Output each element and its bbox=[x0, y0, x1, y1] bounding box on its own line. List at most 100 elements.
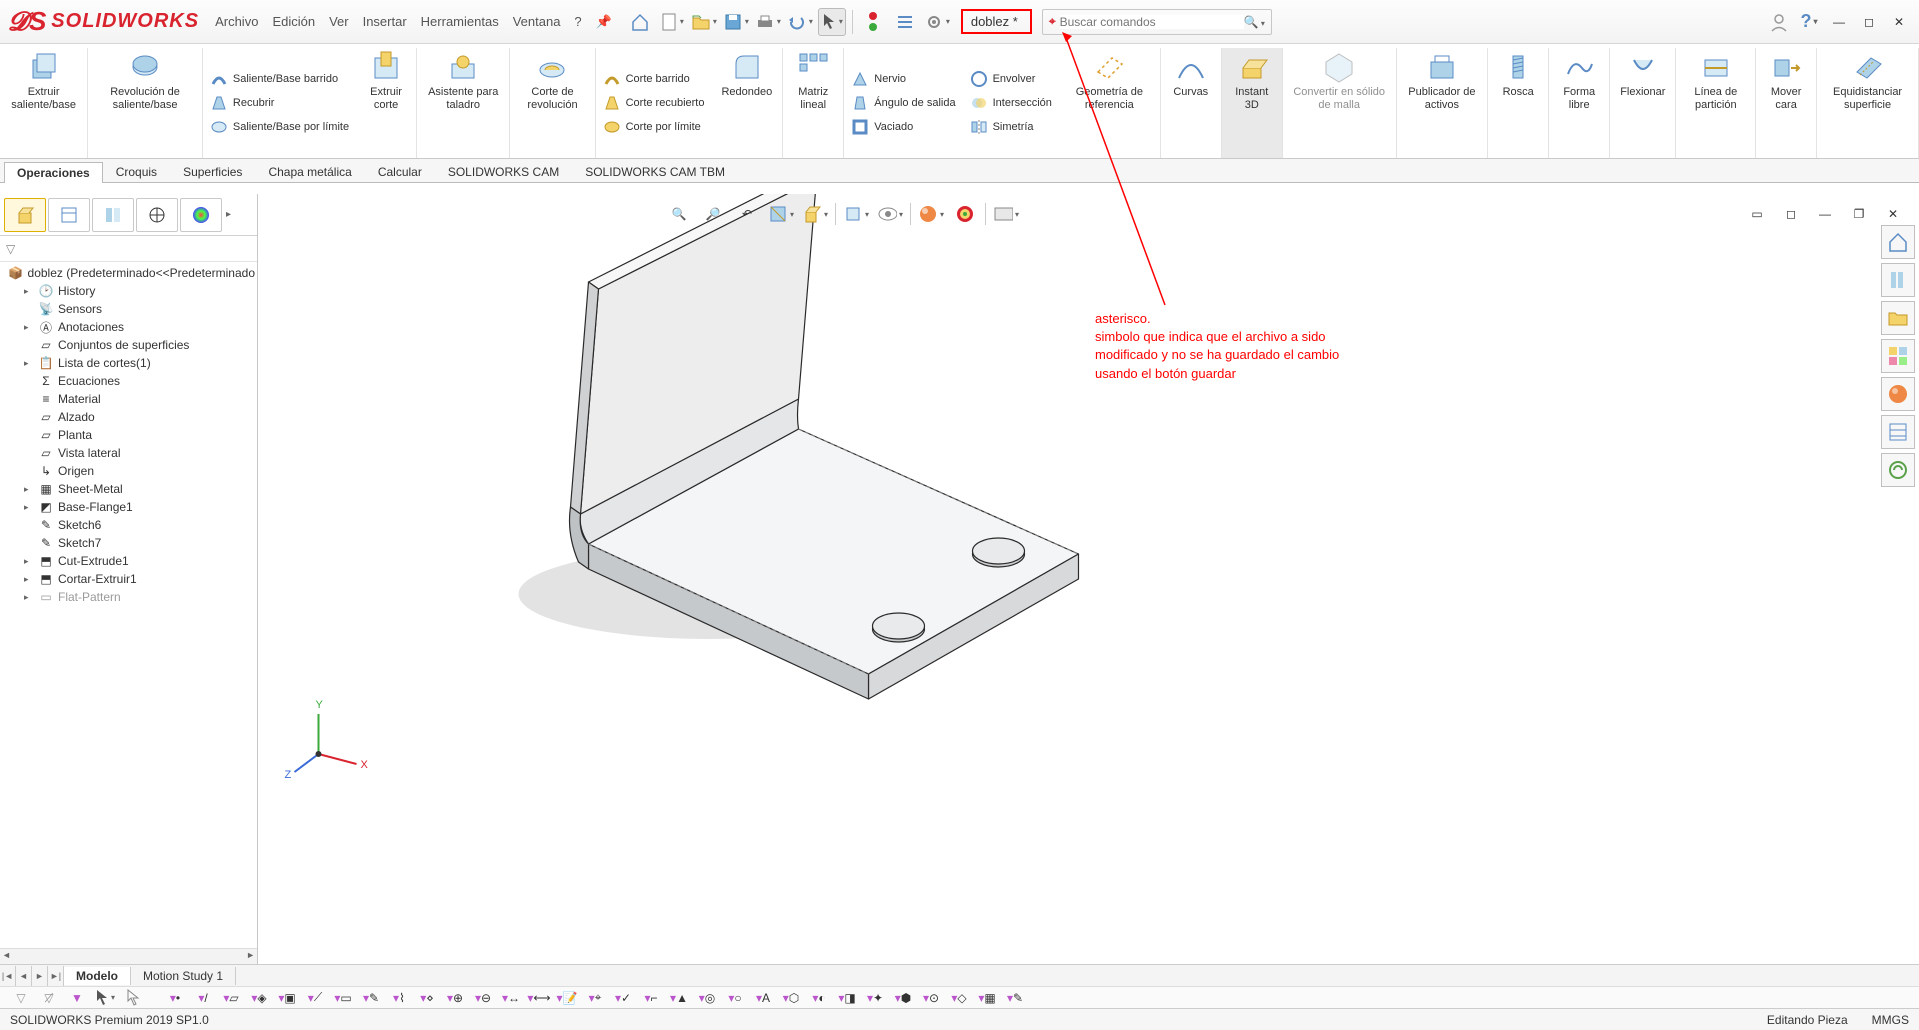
tp-view-palette-icon[interactable] bbox=[1881, 339, 1915, 373]
filter-centerline[interactable]: ▾⊖ bbox=[470, 988, 496, 1008]
filter-balloon[interactable]: ▾○ bbox=[722, 988, 748, 1008]
appearance-icon[interactable] bbox=[917, 200, 945, 228]
tree-expander[interactable]: ▸ bbox=[24, 286, 34, 297]
filter-virtual[interactable]: ▾◇ bbox=[946, 988, 972, 1008]
tree-expander[interactable]: ▸ bbox=[24, 484, 34, 495]
mt-prev[interactable]: ◄ bbox=[16, 966, 32, 986]
wrap-button[interactable]: Envolver bbox=[967, 69, 1055, 89]
save-icon[interactable] bbox=[722, 8, 750, 36]
mt-first[interactable]: |◄ bbox=[0, 966, 16, 986]
view-settings-icon[interactable] bbox=[992, 200, 1020, 228]
tree-item[interactable]: ▱Conjuntos de superficies bbox=[4, 336, 257, 354]
asset-publisher-button[interactable]: Publicador de activos bbox=[1403, 48, 1482, 113]
search-dropdown[interactable] bbox=[1259, 15, 1265, 29]
filter-plane[interactable]: ▾▭ bbox=[330, 988, 356, 1008]
open-doc-icon[interactable] bbox=[690, 8, 718, 36]
options-list-icon[interactable] bbox=[891, 8, 919, 36]
inner-restore[interactable]: ❐ bbox=[1845, 200, 1873, 228]
filter-sketchseg[interactable]: ▾⌇ bbox=[386, 988, 412, 1008]
window-close[interactable]: ✕ bbox=[1887, 10, 1911, 34]
filter-edge[interactable]: ▾/ bbox=[190, 988, 216, 1008]
fm-tab-overflow[interactable]: ▸ bbox=[224, 209, 233, 220]
filter-ink[interactable]: ▾✎ bbox=[1002, 988, 1028, 1008]
tab-swcam[interactable]: SOLIDWORKS CAM bbox=[435, 161, 572, 182]
fm-tab-property-mgr[interactable] bbox=[48, 198, 90, 232]
inner-close[interactable]: ✕ bbox=[1879, 200, 1907, 228]
window-minimize[interactable]: — bbox=[1827, 10, 1851, 34]
filter-select-icon[interactable] bbox=[92, 988, 118, 1008]
rebuild-icon[interactable] bbox=[859, 8, 887, 36]
command-search[interactable]: ⌖ 🔍 bbox=[1042, 9, 1272, 35]
tree-item[interactable]: ✎Sketch6 bbox=[4, 516, 257, 534]
zoom-fit-icon[interactable]: 🔍 bbox=[665, 200, 693, 228]
panel-h-scrollbar[interactable] bbox=[0, 948, 257, 964]
filter-mesh[interactable]: ▾▦ bbox=[974, 988, 1000, 1008]
tp-resources-icon[interactable] bbox=[1881, 225, 1915, 259]
offset-surface-button[interactable]: Equidistanciar superficie bbox=[1823, 48, 1912, 113]
tree-item[interactable]: ▸🕑History bbox=[4, 282, 257, 300]
tab-swcam-tbm[interactable]: SOLIDWORKS CAM TBM bbox=[572, 161, 738, 182]
menu-edicion[interactable]: Edición bbox=[272, 14, 315, 30]
swept-cut-button[interactable]: Corte barrido bbox=[600, 69, 708, 89]
swept-boss-button[interactable]: Saliente/Base barrido bbox=[207, 69, 352, 89]
revolve-cut-button[interactable]: Corte de revolución bbox=[516, 48, 588, 113]
filter-refdim[interactable]: ▾⟷ bbox=[526, 988, 552, 1008]
model-tab-motion[interactable]: Motion Study 1 bbox=[131, 967, 236, 985]
tree-expander[interactable]: ▸ bbox=[24, 592, 34, 603]
tree-item[interactable]: 📡Sensors bbox=[4, 300, 257, 318]
tree-item[interactable]: ▸◩Base-Flange1 bbox=[4, 498, 257, 516]
filter-datumtarget[interactable]: ▾◎ bbox=[694, 988, 720, 1008]
boundary-cut-button[interactable]: Corte por límite bbox=[600, 117, 708, 137]
tab-operaciones[interactable]: Operaciones bbox=[4, 162, 103, 183]
menu-archivo[interactable]: Archivo bbox=[215, 14, 258, 30]
intersect-button[interactable]: Intersección bbox=[967, 93, 1055, 113]
hole-wizard-button[interactable]: Asistente para taladro bbox=[423, 48, 503, 113]
thread-button[interactable]: Rosca bbox=[1494, 48, 1542, 101]
ref-geometry-button[interactable]: Geometría de referencia bbox=[1065, 48, 1154, 113]
child-restore[interactable]: ◻ bbox=[1777, 200, 1805, 228]
boundary-boss-button[interactable]: Saliente/Base por límite bbox=[207, 117, 352, 137]
filter-weld[interactable]: ▾⌐ bbox=[638, 988, 664, 1008]
graphics-viewport[interactable]: X Y Z bbox=[258, 194, 1919, 964]
freeform-button[interactable]: Forma libre bbox=[1555, 48, 1603, 113]
filter-vertex[interactable]: ▾• bbox=[162, 988, 188, 1008]
mesh-solid-button[interactable]: Convertir en sólido de malla bbox=[1289, 48, 1390, 113]
draft-button[interactable]: Ángulo de salida bbox=[848, 93, 958, 113]
filter-block[interactable]: ▾◨ bbox=[834, 988, 860, 1008]
tree-expander[interactable]: ▸ bbox=[24, 322, 34, 333]
tree-item[interactable]: ✎Sketch7 bbox=[4, 534, 257, 552]
view-orientation-icon[interactable] bbox=[801, 200, 829, 228]
tab-calcular[interactable]: Calcular bbox=[365, 161, 435, 182]
tab-chapa[interactable]: Chapa metálica bbox=[255, 161, 364, 182]
mt-next[interactable]: ► bbox=[32, 966, 48, 986]
scene-icon[interactable] bbox=[951, 200, 979, 228]
print-icon[interactable] bbox=[754, 8, 782, 36]
tree-item[interactable]: ↳Origen bbox=[4, 462, 257, 480]
extrude-boss-button[interactable]: Extruir saliente/base bbox=[6, 48, 81, 113]
fm-tab-display-mgr[interactable] bbox=[180, 198, 222, 232]
model-tab-modelo[interactable]: Modelo bbox=[64, 967, 131, 985]
instant3d-button[interactable]: Instant 3D bbox=[1228, 48, 1276, 113]
tree-expander[interactable]: ▸ bbox=[24, 556, 34, 567]
filter-all-icon[interactable]: ▼ bbox=[64, 988, 90, 1008]
curves-button[interactable]: Curvas bbox=[1167, 48, 1215, 101]
user-icon[interactable] bbox=[1767, 10, 1791, 34]
split-line-button[interactable]: Línea de partición bbox=[1682, 48, 1749, 113]
filter-toggle-icon[interactable]: ▽ bbox=[8, 988, 34, 1008]
menu-insertar[interactable]: Insertar bbox=[363, 14, 407, 30]
menu-ver[interactable]: Ver bbox=[329, 14, 349, 30]
filter-dtarget2[interactable]: ▾⬡ bbox=[778, 988, 804, 1008]
filter-cursor2-icon[interactable] bbox=[120, 988, 146, 1008]
tree-item[interactable]: ▸⬒Cortar-Extruir1 bbox=[4, 570, 257, 588]
tree-item[interactable]: ΣEcuaciones bbox=[4, 372, 257, 390]
loft-cut-button[interactable]: Corte recubierto bbox=[600, 93, 708, 113]
home-icon[interactable] bbox=[626, 8, 654, 36]
undo-icon[interactable] bbox=[786, 8, 814, 36]
fm-filter-bar[interactable]: ▽ bbox=[0, 236, 257, 262]
shell-button[interactable]: Vaciado bbox=[848, 117, 958, 137]
tree-root[interactable]: 📦doblez (Predeterminado<<Predeterminado bbox=[4, 264, 257, 282]
flex-button[interactable]: Flexionar bbox=[1616, 48, 1669, 101]
filter-cosmetic[interactable]: ▾◐ bbox=[806, 988, 832, 1008]
filter-solid[interactable]: ▾▣ bbox=[274, 988, 300, 1008]
filter-axis[interactable]: ▾⟋ bbox=[302, 988, 328, 1008]
